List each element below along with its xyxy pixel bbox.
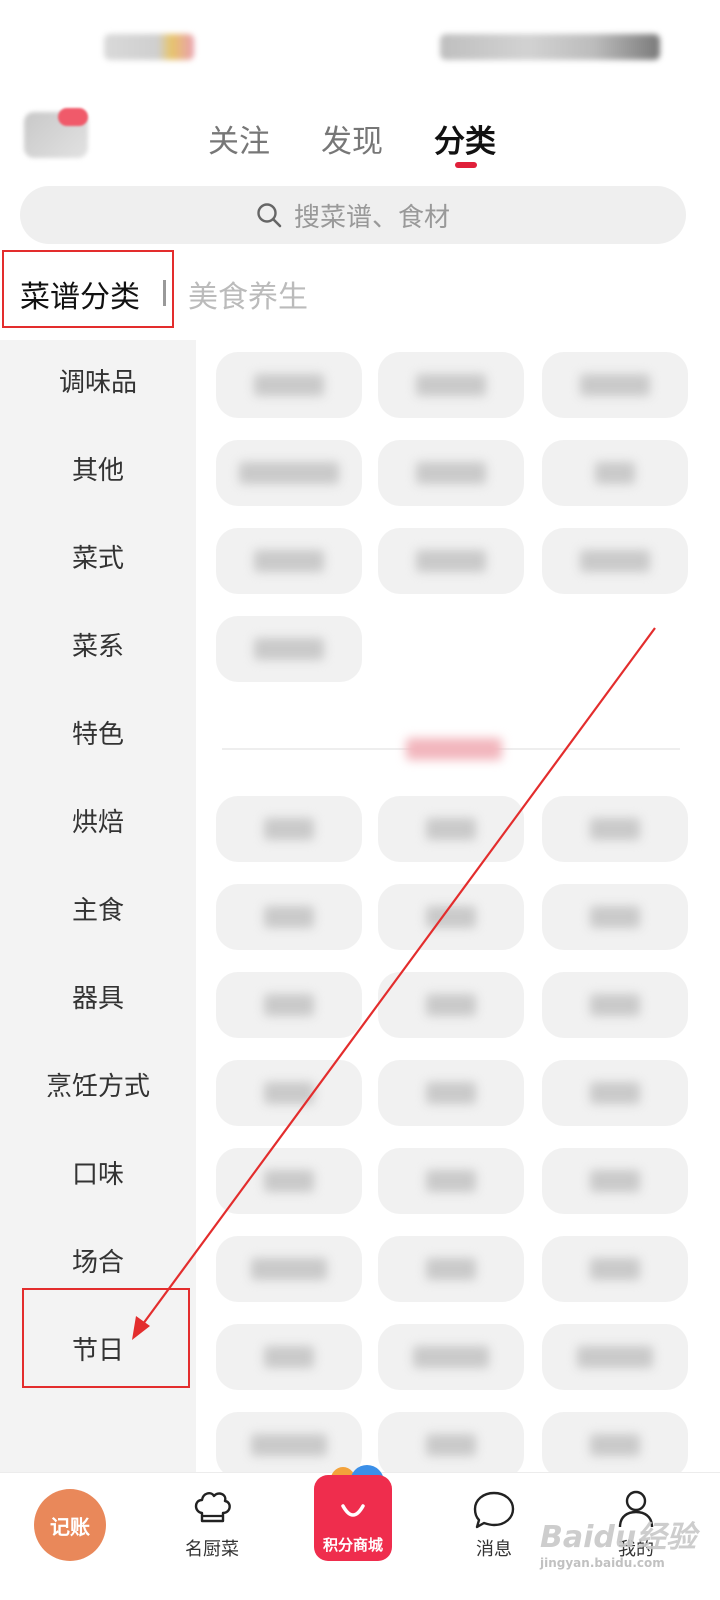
search-bar[interactable]: 搜菜谱、食材 <box>20 186 686 244</box>
tab-food-health[interactable]: 美食养生 <box>188 272 308 316</box>
sidebar-item-dish-style[interactable]: 菜式 <box>0 516 196 596</box>
nav-label-chef: 名厨菜 <box>185 1539 239 1560</box>
chat-bubble-icon <box>473 1491 515 1529</box>
ledger-label: 记账 <box>50 1514 90 1539</box>
nav-item-chef[interactable]: 名厨菜 <box>172 1487 252 1600</box>
tab-category[interactable]: 分类 <box>434 116 496 161</box>
subcategory-chip[interactable] <box>542 796 688 862</box>
subcategory-chip[interactable] <box>216 1236 362 1302</box>
subcategory-chip[interactable] <box>378 972 524 1038</box>
subcategory-chip[interactable] <box>216 796 362 862</box>
annotation-highlight-recipe-category <box>2 250 174 328</box>
subcategory-chip[interactable] <box>378 440 524 506</box>
ledger-button[interactable]: 记账 <box>34 1489 106 1561</box>
sidebar-item-flavor[interactable]: 口味 <box>0 1132 196 1212</box>
subcategory-chip[interactable] <box>216 528 362 594</box>
sidebar-item-seasoning[interactable]: 调味品 <box>0 340 196 420</box>
subcategory-chip[interactable] <box>542 1236 688 1302</box>
chef-hat-icon <box>194 1492 231 1523</box>
active-tab-indicator <box>455 162 477 168</box>
status-time-blurred <box>104 34 194 60</box>
subcategory-chip[interactable] <box>216 352 362 418</box>
watermark: Baidu经验 jingyan.baidu.com <box>540 1512 710 1572</box>
subcategory-chip[interactable] <box>542 1148 688 1214</box>
annotation-highlight-festival <box>22 1288 190 1388</box>
subcategory-chip[interactable] <box>216 1324 362 1390</box>
points-mall-label: 积分商城 <box>322 1536 383 1554</box>
subcategory-chip[interactable] <box>378 1412 524 1472</box>
status-icons-blurred <box>440 34 660 60</box>
subcategory-chip[interactable] <box>542 972 688 1038</box>
watermark-subtext: jingyan.baidu.com <box>540 1556 665 1570</box>
subcategory-chip[interactable] <box>216 440 362 506</box>
top-tab-bar: 关注 发现 分类 <box>0 110 720 170</box>
subcategory-chip[interactable] <box>542 440 688 506</box>
sidebar-item-cooking-method[interactable]: 烹饪方式 <box>0 1044 196 1124</box>
tab-discover[interactable]: 发现 <box>321 116 383 161</box>
subcategory-chip[interactable] <box>216 1148 362 1214</box>
subcategory-chip[interactable] <box>542 352 688 418</box>
subcategory-chip[interactable] <box>378 528 524 594</box>
nav-item-messages[interactable]: 消息 <box>462 1489 526 1600</box>
watermark-text: Baidu经验 <box>540 1520 697 1555</box>
subcategory-chip[interactable] <box>378 1060 524 1126</box>
subcategory-chip[interactable] <box>216 884 362 950</box>
subcategory-chip[interactable] <box>542 1412 688 1472</box>
subcategory-chip[interactable] <box>542 1324 688 1390</box>
subcategory-chip[interactable] <box>378 796 524 862</box>
subcategory-chip[interactable] <box>378 352 524 418</box>
subcategory-grid <box>196 340 720 1472</box>
subcategory-chip[interactable] <box>216 972 362 1038</box>
sidebar-item-utensils[interactable]: 器具 <box>0 956 196 1036</box>
subcategory-chip[interactable] <box>216 616 362 682</box>
subcategory-chip[interactable] <box>378 1324 524 1390</box>
sidebar-item-specialty[interactable]: 特色 <box>0 692 196 772</box>
points-mall-button[interactable]: 积分商城 <box>314 1475 392 1561</box>
subcategory-chip[interactable] <box>216 1412 362 1472</box>
subcategory-chip[interactable] <box>216 1060 362 1126</box>
search-icon <box>257 203 282 228</box>
status-bar <box>0 0 720 92</box>
sidebar-item-cuisine[interactable]: 菜系 <box>0 604 196 684</box>
subcategory-chip[interactable] <box>542 884 688 950</box>
subcategory-chip[interactable] <box>378 884 524 950</box>
subcategory-chip[interactable] <box>542 1060 688 1126</box>
sidebar-item-other[interactable]: 其他 <box>0 428 196 508</box>
search-placeholder: 搜菜谱、食材 <box>293 202 450 233</box>
tab-follow[interactable]: 关注 <box>208 116 270 161</box>
nav-label-messages: 消息 <box>476 1539 512 1560</box>
section-title-blurred <box>406 738 502 760</box>
shopping-bag-icon <box>341 1504 365 1517</box>
subcategory-chip[interactable] <box>542 528 688 594</box>
subcategory-chip[interactable] <box>378 1148 524 1214</box>
subcategory-chip[interactable] <box>378 1236 524 1302</box>
sidebar-item-staple[interactable]: 主食 <box>0 868 196 948</box>
sidebar-item-baking[interactable]: 烘焙 <box>0 780 196 860</box>
